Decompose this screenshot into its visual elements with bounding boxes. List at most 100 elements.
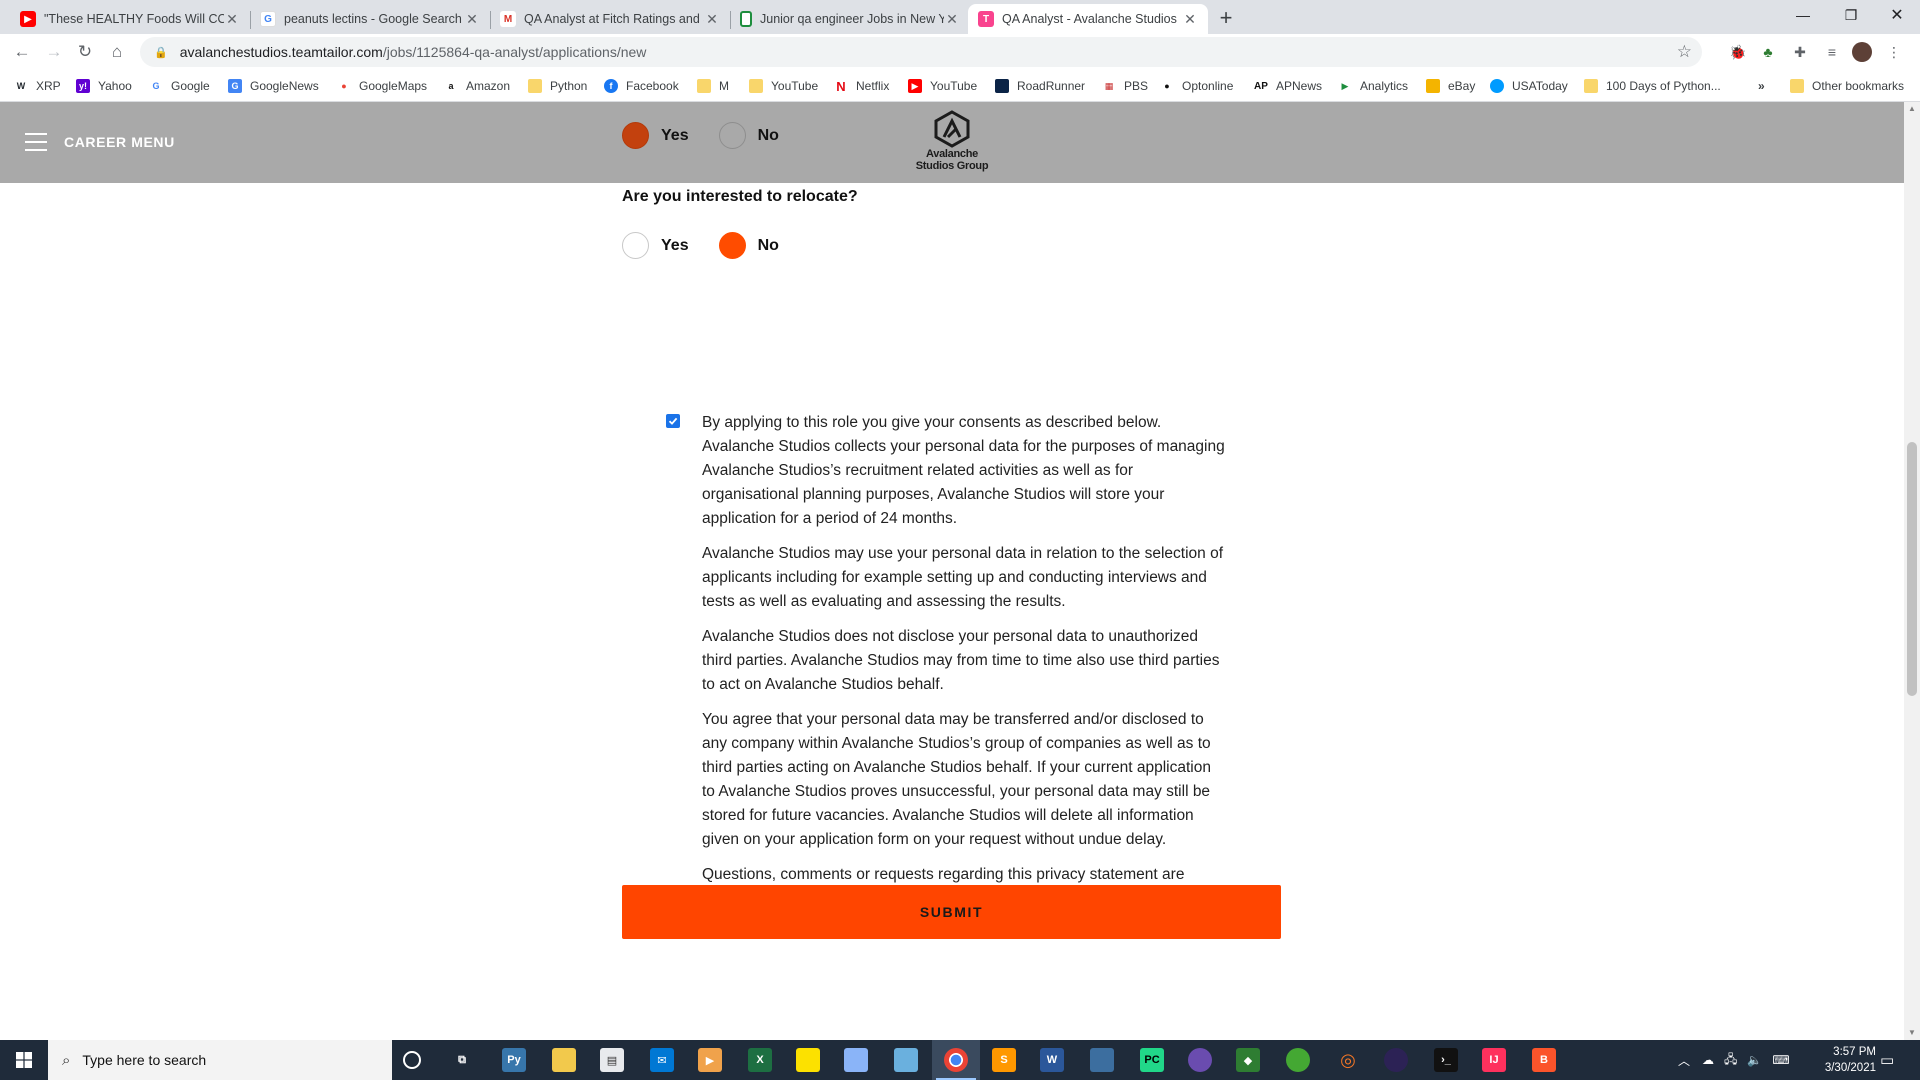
close-icon[interactable]: ✕ bbox=[224, 11, 240, 28]
extension-tree-icon[interactable]: ♣ bbox=[1758, 42, 1778, 62]
avalanche-logo[interactable]: Avalanche Studios Group bbox=[908, 110, 996, 178]
extensions-puzzle-icon[interactable]: ✚ bbox=[1790, 42, 1810, 62]
bookmark-optonline[interactable]: ● Optonline bbox=[1160, 77, 1233, 95]
bookmark-pbs[interactable]: ▦ PBS bbox=[1102, 77, 1148, 95]
keyboard-icon[interactable]: ⌨ bbox=[1772, 1053, 1789, 1067]
bookmark-star-icon[interactable]: ☆ bbox=[1677, 42, 1692, 62]
start-button[interactable] bbox=[0, 1040, 48, 1080]
cortana-icon[interactable] bbox=[403, 1051, 421, 1069]
bookmark-label: Netflix bbox=[856, 79, 890, 93]
taskbar-clock[interactable]: 3:57 PM 3/30/2021 bbox=[1825, 1044, 1876, 1076]
reading-list-icon[interactable]: ≡ bbox=[1822, 42, 1842, 62]
relocate-no-radio[interactable] bbox=[718, 232, 746, 259]
career-menu-button[interactable]: CAREER MENU bbox=[64, 134, 175, 150]
jupyter-icon[interactable]: ◎ bbox=[1336, 1048, 1360, 1072]
show-hidden-icons-icon[interactable]: ︿ bbox=[1678, 1052, 1690, 1069]
bookmark-youtube[interactable]: ▶ YouTube bbox=[908, 77, 977, 95]
bookmark-label: eBay bbox=[1448, 79, 1476, 93]
restore-button[interactable]: ❐ bbox=[1828, 0, 1874, 30]
address-bar[interactable]: 🔒 avalanchestudios.teamtailor.com/jobs/1… bbox=[140, 37, 1702, 67]
close-icon[interactable]: ✕ bbox=[704, 11, 720, 28]
bookmark-roadrunner[interactable]: RoadRunner bbox=[995, 77, 1085, 95]
bookmark-apnews[interactable]: AP APNews bbox=[1254, 77, 1322, 95]
sublime-icon[interactable]: S bbox=[992, 1048, 1016, 1072]
store-icon[interactable]: ▤ bbox=[600, 1048, 624, 1072]
chrome-menu-icon[interactable]: ⋮ bbox=[1884, 42, 1904, 62]
app-icon[interactable] bbox=[1188, 1048, 1212, 1072]
bookmark-xrp[interactable]: W XRP bbox=[14, 77, 61, 95]
close-icon[interactable]: ✕ bbox=[944, 11, 960, 28]
more-bookmarks-button[interactable]: » bbox=[1758, 77, 1765, 95]
bookmark-facebook[interactable]: f Facebook bbox=[604, 77, 679, 95]
bookmark-google[interactable]: G Google bbox=[149, 77, 209, 95]
bookmark-label: Other bookmarks bbox=[1812, 79, 1905, 93]
minimize-button[interactable]: — bbox=[1780, 0, 1826, 30]
anaconda-icon[interactable] bbox=[1286, 1048, 1310, 1072]
media-player-icon[interactable]: ▶ bbox=[698, 1048, 722, 1072]
extension-bug-icon[interactable]: 🐞 bbox=[1728, 42, 1748, 62]
sticky-notes-icon[interactable] bbox=[796, 1048, 820, 1072]
tab-avalanche[interactable]: T QA Analyst - Avalanche Studios ✕ bbox=[968, 4, 1208, 34]
file-explorer-icon[interactable] bbox=[552, 1048, 576, 1072]
folder-icon[interactable] bbox=[894, 1048, 918, 1072]
page-scrollbar[interactable]: ▲ ▼ bbox=[1904, 102, 1920, 1040]
intellij-icon[interactable]: IJ bbox=[1482, 1048, 1506, 1072]
bookmark-ebay[interactable]: eBay bbox=[1426, 77, 1475, 95]
brave-icon[interactable]: B bbox=[1532, 1048, 1556, 1072]
visual-studio-icon[interactable] bbox=[1090, 1048, 1114, 1072]
chrome-icon[interactable] bbox=[944, 1048, 968, 1072]
xrp-icon: W bbox=[16, 81, 26, 91]
consent-checkbox[interactable] bbox=[666, 414, 680, 428]
bookmark-amazon[interactable]: a Amazon bbox=[444, 77, 510, 95]
paint-icon[interactable] bbox=[844, 1048, 868, 1072]
bookmark-analytics[interactable]: ▶ Analytics bbox=[1338, 77, 1409, 95]
tab-google-search[interactable]: G peanuts lectins - Google Search ✕ bbox=[250, 4, 490, 34]
previous-yes-radio[interactable] bbox=[622, 122, 649, 149]
kite-icon[interactable]: ◆ bbox=[1236, 1048, 1260, 1072]
scroll-up-arrow-icon[interactable]: ▲ bbox=[1907, 104, 1917, 114]
profile-avatar[interactable] bbox=[1852, 42, 1872, 62]
tab-sheets[interactable]: Junior qa engineer Jobs in New Y ✕ bbox=[730, 4, 970, 34]
eclipse-icon[interactable] bbox=[1384, 1048, 1408, 1072]
previous-no-radio[interactable] bbox=[718, 122, 746, 149]
network-icon[interactable]: 🖧 bbox=[1724, 1050, 1737, 1071]
bookmark-netflix[interactable]: N Netflix bbox=[834, 77, 889, 95]
tab-youtube[interactable]: ▶ "These HEALTHY Foods Will COM ✕ bbox=[10, 4, 250, 34]
bookmark-folder-m[interactable]: M bbox=[697, 77, 729, 95]
close-icon[interactable]: ✕ bbox=[464, 11, 480, 28]
home-button[interactable]: ⌂ bbox=[105, 40, 129, 64]
bookmark-yahoo[interactable]: y! Yahoo bbox=[76, 77, 132, 95]
bookmark-folder-youtube[interactable]: YouTube bbox=[749, 77, 818, 95]
terminal-icon[interactable]: ›_ bbox=[1434, 1048, 1458, 1072]
notifications-icon[interactable]: ▭ bbox=[1880, 1040, 1894, 1080]
bookmark-googlemaps[interactable]: ● GoogleMaps bbox=[337, 77, 427, 95]
bookmark-folder-python[interactable]: Python bbox=[528, 77, 587, 95]
forward-button[interactable]: → bbox=[42, 40, 66, 64]
scroll-down-arrow-icon[interactable]: ▼ bbox=[1907, 1028, 1917, 1038]
volume-icon[interactable]: 🔈 bbox=[1747, 1053, 1762, 1067]
bookmark-folder-100-days[interactable]: 100 Days of Python... bbox=[1584, 77, 1721, 95]
bookmark-other[interactable]: Other bookmarks bbox=[1790, 77, 1904, 95]
tab-gmail[interactable]: M QA Analyst at Fitch Ratings and S ✕ bbox=[490, 4, 730, 34]
excel-icon[interactable]: X bbox=[748, 1048, 772, 1072]
word-icon[interactable]: W bbox=[1040, 1048, 1064, 1072]
pycharm-icon[interactable]: PC bbox=[1140, 1048, 1164, 1072]
bookmark-label: RoadRunner bbox=[1017, 79, 1086, 93]
bookmark-usatoday[interactable]: USAToday bbox=[1490, 77, 1568, 95]
reload-button[interactable]: ↻ bbox=[73, 40, 97, 64]
close-window-button[interactable]: ✕ bbox=[1874, 0, 1920, 30]
python-icon[interactable]: Py bbox=[502, 1048, 526, 1072]
task-view-icon[interactable]: ⧉ bbox=[450, 1048, 474, 1072]
taskbar-search[interactable]: ⌕ Type here to search bbox=[48, 1040, 392, 1080]
bookmark-googlenews[interactable]: G GoogleNews bbox=[228, 77, 319, 95]
submit-button[interactable]: SUBMIT bbox=[622, 885, 1281, 939]
hamburger-menu-icon[interactable] bbox=[25, 133, 47, 151]
mail-icon[interactable]: ✉ bbox=[650, 1048, 674, 1072]
close-icon[interactable]: ✕ bbox=[1182, 11, 1198, 28]
back-button[interactable]: ← bbox=[10, 40, 34, 64]
new-tab-button[interactable]: + bbox=[1212, 4, 1240, 32]
bookmark-label: Analytics bbox=[1360, 79, 1409, 93]
scrollbar-thumb[interactable] bbox=[1907, 442, 1917, 696]
onedrive-icon[interactable]: ☁ bbox=[1702, 1053, 1714, 1067]
relocate-yes-radio[interactable] bbox=[622, 232, 649, 259]
